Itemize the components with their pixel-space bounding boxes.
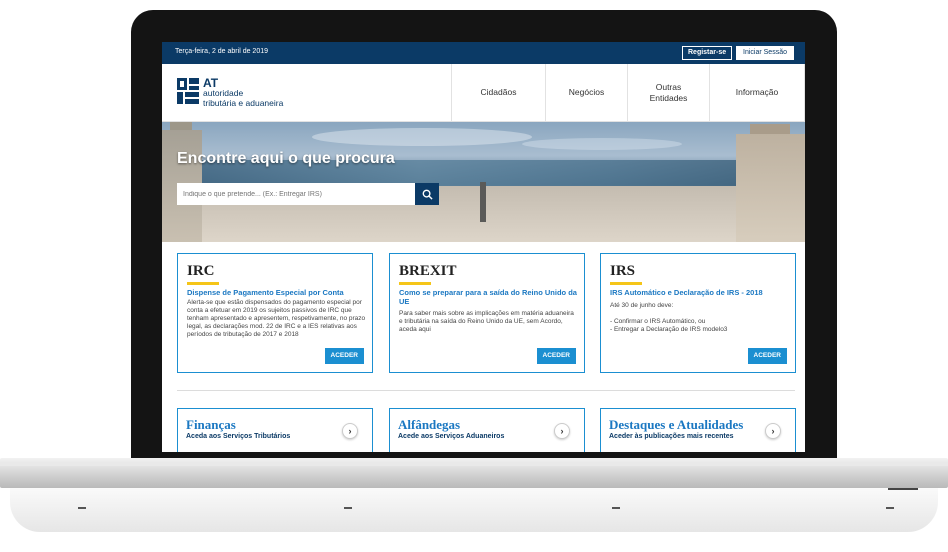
- nav-informacao[interactable]: Informação: [709, 64, 805, 121]
- card-text-line: - Entregar a Declaração de IRS modelo3: [610, 326, 728, 333]
- login-button[interactable]: Iniciar Sessão: [736, 46, 794, 60]
- tile-title: Alfândegas: [398, 417, 461, 432]
- logo-line-1: autoridade: [203, 88, 244, 98]
- search-input[interactable]: [177, 183, 415, 205]
- tile-subtitle: Aceda aos Serviços Tributários: [186, 433, 291, 440]
- nav-label: Cidadãos: [480, 87, 517, 97]
- laptop-base-bottom: [10, 488, 938, 532]
- card-text: Alerta-se que estão dispensados do pagam…: [187, 299, 366, 338]
- card-title-underline: [610, 282, 642, 285]
- search-button[interactable]: [415, 183, 439, 205]
- laptop-foot-mark: [886, 507, 894, 509]
- chevron-right-icon[interactable]: ›: [342, 423, 358, 439]
- card-title-underline: [399, 282, 431, 285]
- site-header: AT autoridade tributária e aduaneira Cid…: [162, 64, 805, 122]
- card-title-underline: [187, 282, 219, 285]
- card-title: BREXIT: [399, 263, 457, 279]
- browser-screen: Terça-feira, 2 de abril de 2019 Registar…: [162, 42, 805, 452]
- laptop-mockup: Terça-feira, 2 de abril de 2019 Registar…: [0, 0, 948, 552]
- search-icon: [422, 189, 433, 200]
- aceder-button[interactable]: ACEDER: [324, 348, 364, 364]
- card-irc: IRC Dispense de Pagamento Especial por C…: [177, 253, 373, 373]
- aceder-button[interactable]: ACEDER: [747, 348, 787, 364]
- hero-cloud: [312, 128, 532, 146]
- logo-abbreviation: AT: [203, 76, 219, 90]
- hero-banner-image: [162, 122, 805, 242]
- nav-label: Outras Entidades: [649, 81, 688, 103]
- tile-subtitle: Aceder às publicações mais recentes: [609, 433, 734, 440]
- aceder-button[interactable]: ACEDER: [536, 348, 576, 364]
- hero-building: [736, 134, 805, 242]
- laptop-base-line: [888, 488, 918, 490]
- tile-title: Finanças: [186, 417, 236, 432]
- laptop-foot-mark: [344, 507, 352, 509]
- card-title: IRS: [610, 263, 636, 279]
- tile-subtitle: Acede aos Serviços Aduaneiros: [398, 433, 505, 440]
- hero-cloud: [522, 138, 682, 150]
- logo-line-2: tributária e aduaneira: [203, 98, 284, 108]
- current-date: Terça-feira, 2 de abril de 2019: [175, 48, 268, 55]
- card-subtitle[interactable]: IRS Automático e Declaração de IRS - 201…: [610, 288, 788, 297]
- card-subtitle[interactable]: Como se preparar para a saída do Reino U…: [399, 288, 577, 306]
- card-irs: IRS IRS Automático e Declaração de IRS -…: [600, 253, 796, 373]
- nav-cidadaos[interactable]: Cidadãos: [451, 64, 545, 121]
- nav-label: Negócios: [568, 87, 605, 97]
- section-divider: [177, 390, 795, 391]
- card-brexit: BREXIT Como se preparar para a saída do …: [389, 253, 585, 373]
- nav-negocios[interactable]: Negócios: [545, 64, 627, 121]
- tile-destaques[interactable]: Destaques e Atualidades Aceder às public…: [600, 408, 796, 452]
- hero-title: Encontre aqui o que procura: [177, 150, 395, 167]
- laptop-foot-mark: [78, 507, 86, 509]
- chevron-right-icon[interactable]: ›: [554, 423, 570, 439]
- tile-alfandegas[interactable]: Alfândegas Acede aos Serviços Aduaneiros…: [389, 408, 585, 452]
- tile-title: Destaques e Atualidades: [609, 417, 744, 432]
- card-text-line: - Confirmar o IRS Automático, ou: [610, 318, 706, 325]
- nav-label: Informação: [735, 87, 779, 97]
- laptop-base-shine: [0, 462, 948, 466]
- site-logo[interactable]: AT autoridade tributária e aduaneira: [203, 76, 284, 108]
- top-bar: Terça-feira, 2 de abril de 2019 Registar…: [162, 42, 805, 64]
- laptop-foot-mark: [612, 507, 620, 509]
- card-subtitle[interactable]: Dispense de Pagamento Especial por Conta: [187, 288, 365, 297]
- card-title: IRC: [187, 263, 215, 279]
- tile-financas[interactable]: Finanças Aceda aos Serviços Tributários …: [177, 408, 373, 452]
- nav-outras-entidades[interactable]: Outras Entidades: [627, 64, 709, 121]
- card-text-line: Até 30 de junho deve:: [610, 302, 674, 309]
- at-logo-icon[interactable]: [177, 78, 199, 104]
- register-button[interactable]: Registar-se: [682, 46, 733, 60]
- card-text: Para saber mais sobre as implicações em …: [399, 310, 574, 333]
- hero-statue: [480, 182, 486, 222]
- chevron-right-icon[interactable]: ›: [765, 423, 781, 439]
